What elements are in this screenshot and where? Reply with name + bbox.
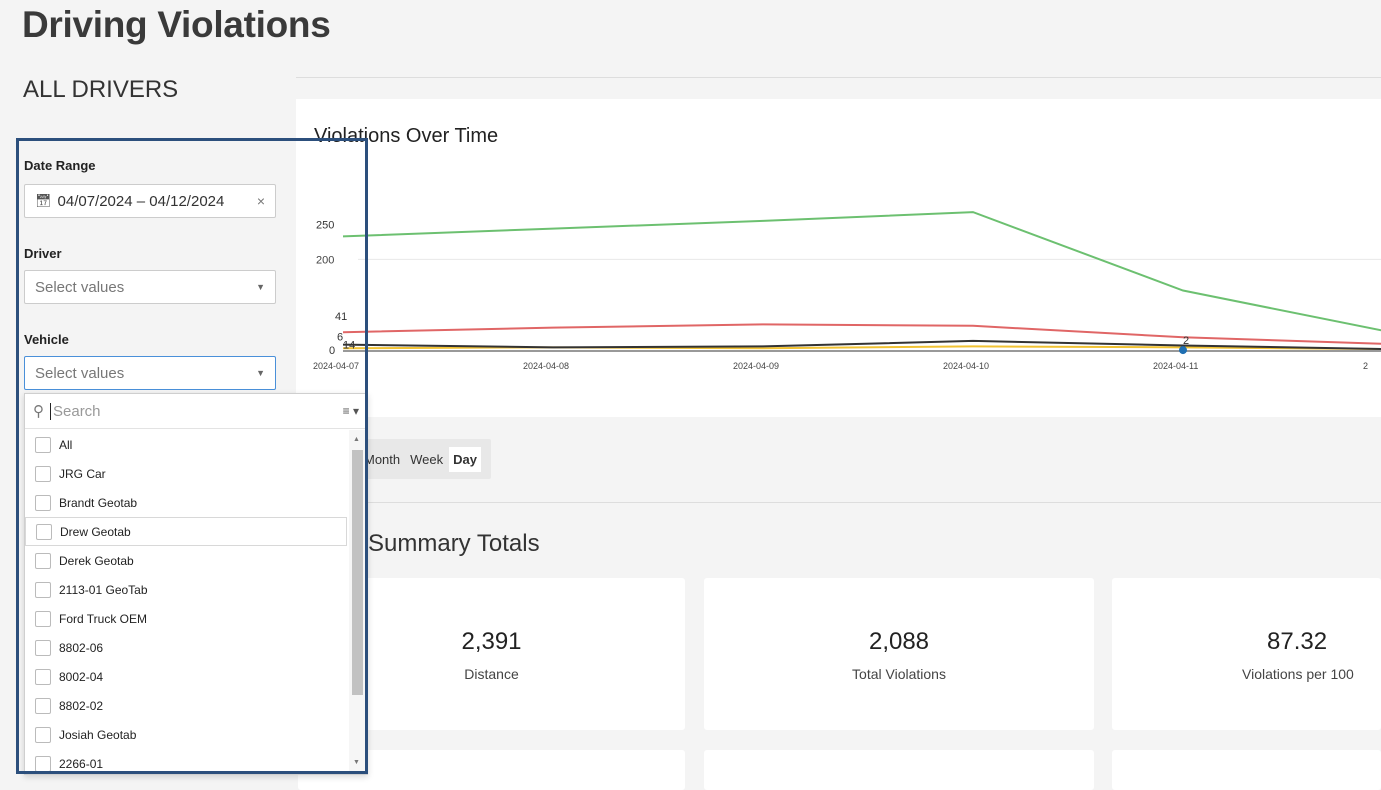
vehicle-option-label: 2113-01 GeoTab: [59, 582, 148, 597]
search-input[interactable]: Search: [50, 402, 343, 420]
x-tick-label: 2024-04-07: [313, 361, 359, 371]
vehicle-option[interactable]: Derek Geotab: [25, 546, 347, 575]
checkbox[interactable]: [36, 523, 52, 540]
chevron-down-icon: ▼: [256, 282, 265, 292]
summary-label: Violations per 100: [1242, 666, 1354, 682]
violations-line-chart: 200 2024-04-07 2024-04-08 2024-04-09 2024-04…: [313, 211, 1381, 371]
summary-label: Total Violations: [852, 666, 946, 682]
data-label: 0: [329, 345, 335, 357]
series-line: [342, 323, 1381, 345]
chart-card: Violations Over Time 200 2024-04-07 2024-0…: [296, 99, 1381, 417]
date-range-label: Date Range: [24, 158, 96, 173]
y-tick-label: 200: [316, 254, 334, 266]
summary-value: 87.32: [1267, 628, 1328, 655]
series-point: [1179, 346, 1187, 355]
checkbox[interactable]: [35, 494, 51, 511]
date-range-value: 04/07/2024 – 04/12/2024: [57, 192, 225, 210]
x-tick-label: 2024-04-09: [733, 361, 779, 371]
vehicle-option[interactable]: Ford Truck OEM: [25, 604, 347, 633]
x-tick-label: 2024-04-11: [1153, 361, 1198, 371]
summary-card: [704, 750, 1094, 790]
vehicle-option-label: Drew Geotab: [60, 524, 131, 539]
vehicle-option-label: Derek Geotab: [59, 553, 134, 568]
period-day-button[interactable]: Day: [449, 446, 481, 472]
x-tick-label: 2024-04-10: [943, 361, 989, 371]
vehicle-option[interactable]: Brandt Geotab: [25, 488, 347, 517]
vehicle-dropdown-panel: ⚲ Search ≡ ▾ All JRG Car Brandt Geotab Drew…: [24, 393, 368, 775]
period-toggle: Month Week Day: [356, 439, 491, 479]
vehicle-option[interactable]: Josiah Geotab: [25, 720, 347, 749]
search-icon: ⚲: [33, 403, 44, 420]
scroll-down-icon[interactable]: ▼: [353, 759, 360, 766]
divider: [296, 77, 1381, 78]
vehicle-option[interactable]: All: [25, 430, 347, 459]
vehicle-option-label: Ford Truck OEM: [59, 611, 148, 626]
vehicle-search[interactable]: ⚲ Search ≡ ▾: [25, 394, 367, 429]
summary-card-violations-per-100: 87.32 Violations per 100: [1112, 578, 1381, 730]
data-label: 14: [343, 340, 355, 352]
checkbox[interactable]: [35, 755, 51, 772]
data-label: 250: [316, 219, 334, 231]
driver-select-placeholder: Select values: [35, 278, 125, 296]
checkbox[interactable]: [35, 465, 51, 482]
vehicle-label: Vehicle: [24, 332, 69, 347]
series-line: [342, 211, 1381, 332]
vehicle-select-placeholder: Select values: [35, 364, 125, 382]
page-title: Driving Violations: [22, 4, 331, 45]
vehicle-option-label: All: [59, 437, 73, 452]
summary-value: 2,088: [868, 628, 930, 655]
vehicle-option[interactable]: 8002-04: [25, 662, 347, 691]
driver-label: Driver: [24, 246, 62, 261]
vehicle-option[interactable]: 8802-02: [25, 691, 347, 720]
summary-card-total-violations: 2,088 Total Violations: [704, 578, 1094, 730]
calendar-icon: 📅︎: [35, 193, 52, 208]
vehicle-option[interactable]: 2113-01 GeoTab: [25, 575, 347, 604]
vehicle-option-label: 8802-06: [59, 640, 104, 655]
vehicle-option[interactable]: 2266-01: [25, 749, 347, 774]
x-tick-label: 2024-04-08: [523, 361, 569, 371]
vehicle-option[interactable]: Drew Geotab: [25, 517, 347, 546]
checkbox[interactable]: [35, 552, 51, 569]
vehicle-option-label: 8802-02: [59, 698, 104, 713]
scrollbar[interactable]: ▲ ▼: [349, 430, 365, 774]
checkbox[interactable]: [35, 436, 51, 453]
summary-card: [1112, 750, 1381, 790]
driver-select[interactable]: Select values ▼: [24, 270, 276, 304]
page-subtitle: ALL DRIVERS: [23, 76, 179, 103]
vehicle-option-list: All JRG Car Brandt Geotab Drew Geotab Derek …: [25, 430, 347, 774]
vehicle-option-label: JRG Car: [59, 466, 106, 481]
vehicle-option-label: 8002-04: [59, 669, 104, 684]
chevron-down-icon: ▼: [256, 368, 265, 378]
divider: [366, 502, 1381, 503]
period-week-button[interactable]: Week: [406, 447, 447, 472]
vehicle-option[interactable]: JRG Car: [25, 459, 347, 488]
checkbox[interactable]: [35, 697, 51, 714]
vehicle-option-label: Josiah Geotab: [59, 727, 137, 742]
scroll-up-icon[interactable]: ▲: [353, 436, 360, 443]
date-range-picker[interactable]: 📅︎ 04/07/2024 – 04/12/2024 ×: [24, 184, 276, 218]
sort-icon[interactable]: ≡ ▾: [343, 404, 359, 418]
summary-title: Summary Totals: [368, 530, 540, 557]
x-tick-label: 2: [1363, 361, 1368, 371]
data-label: 2: [1183, 335, 1189, 347]
data-label: 41: [335, 311, 347, 323]
vehicle-select[interactable]: Select values ▼: [24, 356, 276, 390]
vehicle-option-label: 2266-01: [59, 756, 104, 771]
checkbox[interactable]: [35, 726, 51, 743]
checkbox[interactable]: [35, 610, 51, 627]
vehicle-option[interactable]: 8802-06: [25, 633, 347, 662]
checkbox[interactable]: [35, 639, 51, 656]
checkbox[interactable]: [35, 668, 51, 685]
clear-icon[interactable]: ×: [257, 193, 265, 209]
checkbox[interactable]: [35, 581, 51, 598]
scrollbar-thumb[interactable]: [352, 450, 363, 695]
vehicle-option-label: Brandt Geotab: [59, 495, 138, 510]
